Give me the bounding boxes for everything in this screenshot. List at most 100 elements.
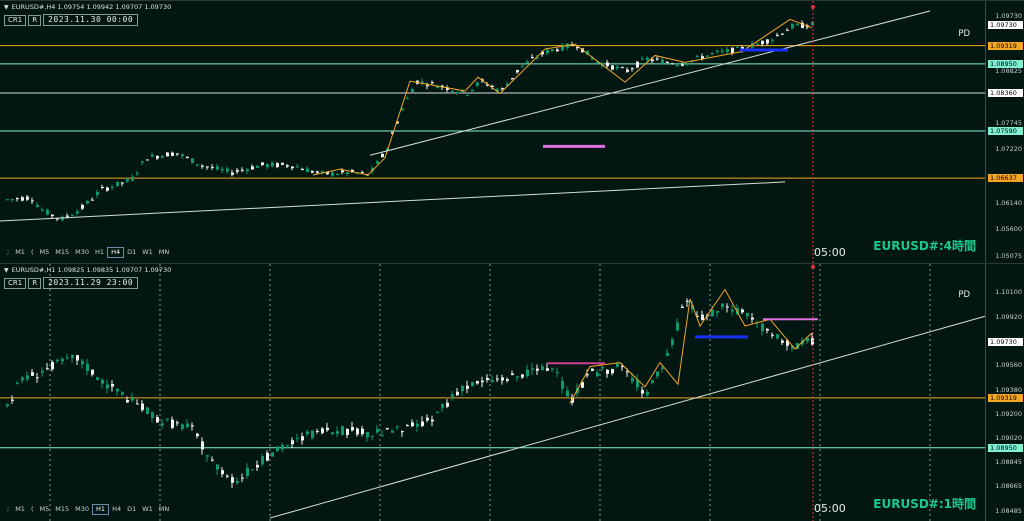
h4-price-axis[interactable]: 1.09730 1.08825 1.07745 1.07220 1.06140 1.056… <box>985 1 1024 263</box>
r-button[interactable]: R <box>28 277 42 289</box>
timeframe-M5[interactable]: M5 <box>37 248 53 257</box>
candle-body <box>531 57 534 59</box>
zigzag-line <box>312 18 813 176</box>
candle-body <box>631 377 634 382</box>
timeframe-M15[interactable]: M15 <box>52 505 72 514</box>
h1-chart-canvas[interactable] <box>0 264 1024 521</box>
candle-body <box>696 55 699 57</box>
timeframe-D1[interactable]: D1 <box>124 248 139 257</box>
price-tick: 1.08825 <box>995 67 1022 76</box>
candle-body <box>591 368 594 371</box>
timeframe-M30[interactable]: M30 <box>72 248 92 257</box>
candle-body <box>781 340 784 343</box>
price-tick: 1.08845 <box>995 457 1022 466</box>
timeframe-M5[interactable]: M5 <box>37 505 53 514</box>
candle-body <box>686 63 689 65</box>
timeframe-sep[interactable]: ( <box>28 505 37 514</box>
candle-body <box>186 156 189 158</box>
candle-body <box>381 435 384 437</box>
candle-body <box>91 199 94 201</box>
h4-chart-panel[interactable]: 1.09730 1.08825 1.07745 1.07220 1.06140 1.056… <box>0 0 1024 263</box>
timeframe-W1[interactable]: W1 <box>139 505 156 514</box>
candle-body <box>216 166 219 170</box>
candle-body <box>236 480 239 483</box>
timeframe-M1[interactable]: M1 <box>12 505 28 514</box>
timeframe-M1[interactable]: M1 <box>12 248 28 257</box>
candle-body <box>706 55 709 57</box>
timeframe-M15[interactable]: M15 <box>52 248 72 257</box>
price-tick: 1.09730 <box>995 11 1022 20</box>
timeframe-H1[interactable]: H1 <box>92 248 107 257</box>
candle-body <box>241 169 244 171</box>
candle-body <box>766 39 769 44</box>
candle-body <box>246 169 249 172</box>
candle-body <box>211 166 214 168</box>
timeframe-H1[interactable]: H1 <box>92 504 110 515</box>
candle-body <box>641 58 644 60</box>
candle-body <box>116 388 119 392</box>
timeframe-sep[interactable]: ; <box>4 505 12 514</box>
candle-body <box>531 368 534 370</box>
candle-body <box>646 392 649 395</box>
candle-body <box>391 430 394 433</box>
h4-chart-header: ▼ EURUSD#,H4 1.09754 1.09942 1.09707 1.0… <box>4 3 171 11</box>
candle-body <box>166 418 169 420</box>
candle-body <box>171 152 174 156</box>
price-tick: 1.09020 <box>995 434 1022 443</box>
candle-body <box>726 49 729 52</box>
h4-chart-canvas[interactable] <box>0 1 1024 263</box>
h1-toolbar: CR1 R 2023.11.29 23:00 <box>4 277 139 289</box>
candle-body <box>516 69 519 73</box>
timeframe-D1[interactable]: D1 <box>124 505 139 514</box>
timeframe-M30[interactable]: M30 <box>72 505 92 514</box>
timeframe-sep[interactable]: ; <box>4 248 12 257</box>
candle-body <box>746 312 749 317</box>
candle-body <box>41 370 44 373</box>
candle-body <box>311 430 314 438</box>
h1-chart-panel[interactable]: 1.10100 1.09920 1.09560 1.09380 1.09200 1.090… <box>0 263 1024 521</box>
candle-body <box>221 169 224 171</box>
candle-body <box>681 64 684 66</box>
candle-body <box>126 179 129 182</box>
r-button[interactable]: R <box>28 14 42 26</box>
candle-body <box>161 423 164 426</box>
chevron-down-icon[interactable]: ▼ <box>4 4 9 11</box>
candle-body <box>716 50 719 52</box>
candle-body <box>121 392 124 395</box>
timeframe-W1[interactable]: W1 <box>139 248 156 257</box>
candle-body <box>176 422 179 424</box>
candle-body <box>261 456 264 465</box>
h1-price-axis[interactable]: 1.10100 1.09920 1.09560 1.09380 1.09200 1.090… <box>985 264 1024 521</box>
price-tick: 1.09920 <box>995 312 1022 321</box>
price-level-label-cyan: 1.08950 <box>988 443 1023 452</box>
cr1-button[interactable]: CR1 <box>4 14 27 26</box>
candle-body <box>26 375 29 380</box>
candle-body <box>771 334 774 336</box>
cr1-button[interactable]: CR1 <box>4 277 27 289</box>
candle-body <box>611 65 614 70</box>
timeframe-H4[interactable]: H4 <box>109 505 124 514</box>
h4-datetime-field[interactable]: 2023.11.30 00:00 <box>43 14 139 26</box>
h1-datetime-field[interactable]: 2023.11.29 23:00 <box>43 277 139 289</box>
chevron-down-icon[interactable]: ▼ <box>4 267 9 274</box>
candle-body <box>781 33 784 35</box>
candle-body <box>351 426 354 431</box>
candle-body <box>496 378 499 380</box>
candle-body <box>426 417 429 421</box>
candle-body <box>66 215 69 217</box>
candle-body <box>86 200 89 204</box>
candle-body <box>416 423 419 427</box>
price-tick: 1.05075 <box>995 251 1022 260</box>
candle-body <box>471 89 474 91</box>
candle-body <box>96 192 99 195</box>
candle-body <box>526 369 529 377</box>
candle-body <box>451 90 454 93</box>
timeframe-sep[interactable]: ( <box>28 248 37 257</box>
candle-body <box>271 162 274 167</box>
timeframe-H4[interactable]: H4 <box>107 247 125 258</box>
timeframe-MN[interactable]: MN <box>156 248 172 257</box>
candle-body <box>206 455 209 457</box>
timeframe-MN[interactable]: MN <box>156 505 172 514</box>
candle-body <box>661 367 664 369</box>
h4-symbol-info: EURUSD#,H4 1.09754 1.09942 1.09707 1.097… <box>11 3 172 11</box>
